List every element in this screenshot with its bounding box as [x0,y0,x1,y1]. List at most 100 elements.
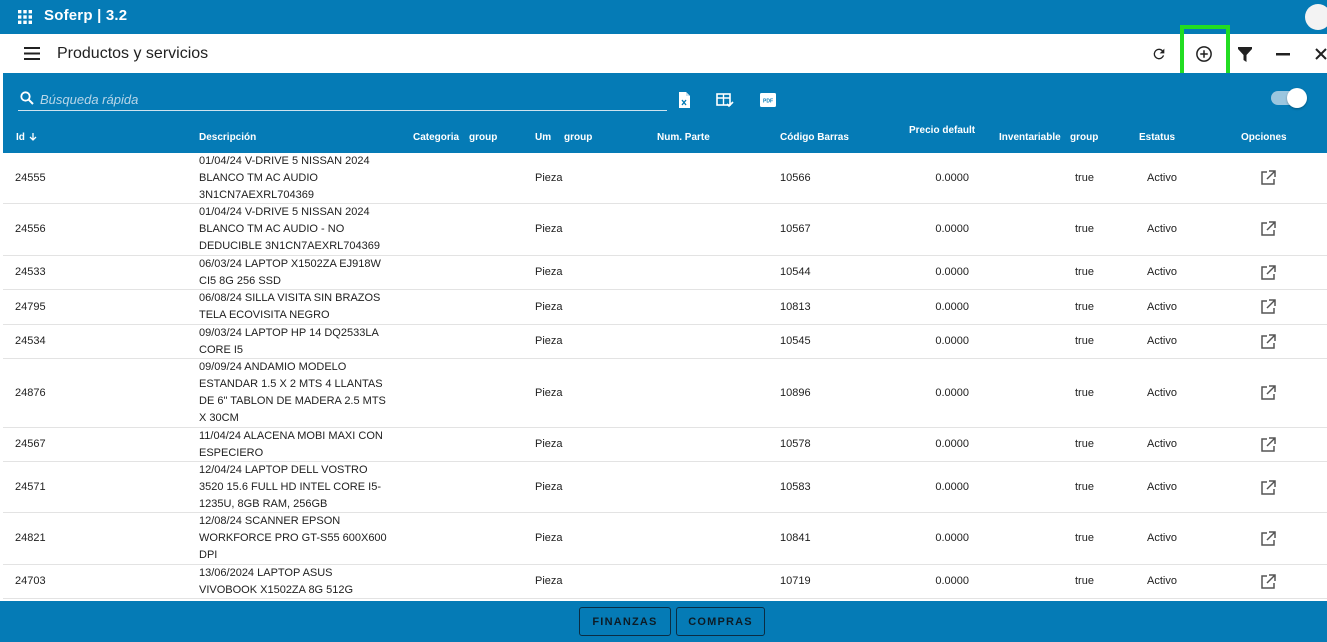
table-row[interactable]: 24567 11/04/24 ALACENA MOBI MAXI CON ESP… [3,428,1327,462]
filter-button[interactable] [1231,40,1259,68]
search-input[interactable] [40,89,640,109]
column-header-estatus[interactable]: Estatus [1139,132,1175,143]
compras-button[interactable]: COMPRAS [676,607,765,636]
cell-codigo-barras: 10545 [780,335,811,347]
table-row[interactable]: 24555 01/04/24 V-DRIVE 5 NISSAN 2024 BLA… [3,153,1327,204]
cell-codigo-barras: 10544 [780,266,811,278]
cell-id: 24821 [15,532,46,544]
close-button[interactable] [1307,40,1327,68]
cell-um: Pieza [535,172,563,184]
cell-precio: 0.0000 [935,301,969,313]
module-footer: FINANZAS COMPRAS [0,601,1327,642]
cell-precio: 0.0000 [935,387,969,399]
table-row[interactable]: 24534 09/03/24 LAPTOP HP 14 DQ2533LA COR… [3,325,1327,359]
cell-descripcion: 12/08/24 SCANNER EPSON WORKFORCE PRO GT-… [199,515,387,561]
cell-um: Pieza [535,438,563,450]
table-row[interactable]: 24571 12/04/24 LAPTOP DELL VOSTRO 3520 1… [3,462,1327,513]
cell-codigo-barras: 10566 [780,172,811,184]
filter-icon [1238,46,1252,62]
open-in-new-icon[interactable] [1260,265,1276,281]
cell-um: Pieza [535,223,563,235]
cell-id: 24533 [15,266,46,278]
column-header-id[interactable]: Id [16,132,38,143]
column-header-codigo-barras[interactable]: Código Barras [780,132,849,143]
table-row[interactable]: 24795 06/08/24 SILLA VISITA SIN BRAZOS T… [3,290,1327,325]
apps-grid-icon[interactable] [18,10,32,24]
search-icon [20,91,34,105]
cell-inventariable: true [1075,301,1094,313]
cell-estatus: Activo [1147,301,1177,313]
cell-inventariable: true [1075,387,1094,399]
open-in-new-icon[interactable] [1260,531,1276,547]
table-row[interactable]: 24876 09/09/24 ANDAMIO MODELO ESTANDAR 1… [3,359,1327,428]
cell-estatus: Activo [1147,266,1177,278]
cell-precio: 0.0000 [935,335,969,347]
svg-text:PDF: PDF [763,99,773,105]
cell-precio: 0.0000 [935,532,969,544]
add-button[interactable] [1190,40,1218,68]
cell-precio: 0.0000 [935,438,969,450]
minimize-button[interactable] [1269,40,1297,68]
open-in-new-icon[interactable] [1260,221,1276,237]
cell-estatus: Activo [1147,575,1177,587]
refresh-button[interactable] [1145,40,1173,68]
open-in-new-icon[interactable] [1260,385,1276,401]
cell-inventariable: true [1075,266,1094,278]
menu-icon[interactable] [24,47,40,60]
cell-id: 24795 [15,301,46,313]
table-row[interactable]: 24821 12/08/24 SCANNER EPSON WORKFORCE P… [3,513,1327,565]
excel-icon[interactable] [675,91,693,109]
cell-precio: 0.0000 [935,575,969,587]
cell-descripcion: 01/04/24 V-DRIVE 5 NISSAN 2024 BLANCO TM… [199,206,380,252]
quick-search [18,87,667,111]
cell-id: 24534 [15,335,46,347]
column-header-inventariable[interactable]: Inventariable [999,132,1061,143]
cell-um: Pieza [535,532,563,544]
cell-id: 24876 [15,387,46,399]
table-row[interactable]: 24703 13/06/2024 LAPTOP ASUS VIVOBOOK X1… [3,565,1327,599]
cell-precio: 0.0000 [935,266,969,278]
table-check-icon[interactable] [716,91,734,109]
cell-estatus: Activo [1147,172,1177,184]
cell-um: Pieza [535,481,563,493]
finanzas-button[interactable]: FINANZAS [579,607,671,636]
cell-estatus: Activo [1147,481,1177,493]
cell-inventariable: true [1075,481,1094,493]
cell-inventariable: true [1075,575,1094,587]
view-toggle[interactable] [1271,88,1307,108]
column-header-categoria[interactable]: Categoria [413,132,459,143]
open-in-new-icon[interactable] [1260,334,1276,350]
cell-inventariable: true [1075,223,1094,235]
column-header-um-group[interactable]: group [564,132,592,143]
table-row[interactable]: 24556 01/04/24 V-DRIVE 5 NISSAN 2024 BLA… [3,204,1327,256]
column-header-precio-default[interactable]: Precio default [909,125,975,136]
cell-precio: 0.0000 [935,223,969,235]
cell-descripcion: 06/03/24 LAPTOP X1502ZA EJ918W CI5 8G 25… [199,258,381,287]
cell-codigo-barras: 10578 [780,438,811,450]
column-header-inventariable-group[interactable]: group [1070,132,1098,143]
column-header-um[interactable]: Um [535,132,551,143]
column-header-categoria-group[interactable]: group [469,132,497,143]
open-in-new-icon[interactable] [1260,170,1276,186]
cell-descripcion: 01/04/24 V-DRIVE 5 NISSAN 2024 BLANCO TM… [199,155,370,201]
minimize-icon [1276,53,1290,56]
add-circle-icon [1196,46,1212,62]
close-icon [1315,48,1327,60]
column-header-num-parte[interactable]: Num. Parte [657,132,710,143]
cell-um: Pieza [535,301,563,313]
pdf-icon[interactable]: PDF [759,91,777,109]
column-header-descripcion[interactable]: Descripción [199,132,256,143]
table-row[interactable]: 24533 06/03/24 LAPTOP X1502ZA EJ918W CI5… [3,256,1327,290]
open-in-new-icon[interactable] [1260,299,1276,315]
cell-precio: 0.0000 [935,172,969,184]
open-in-new-icon[interactable] [1260,480,1276,496]
cell-inventariable: true [1075,335,1094,347]
user-avatar[interactable] [1305,4,1327,30]
cell-descripcion: 13/06/2024 LAPTOP ASUS VIVOBOOK X1502ZA … [199,567,354,596]
open-in-new-icon[interactable] [1260,574,1276,590]
app-bar: Soferp | 3.2 [0,0,1327,34]
products-table: 24555 01/04/24 V-DRIVE 5 NISSAN 2024 BLA… [3,153,1327,601]
cell-codigo-barras: 10813 [780,301,811,313]
cell-descripcion: 06/08/24 SILLA VISITA SIN BRAZOS TELA EC… [199,292,381,321]
open-in-new-icon[interactable] [1260,437,1276,453]
